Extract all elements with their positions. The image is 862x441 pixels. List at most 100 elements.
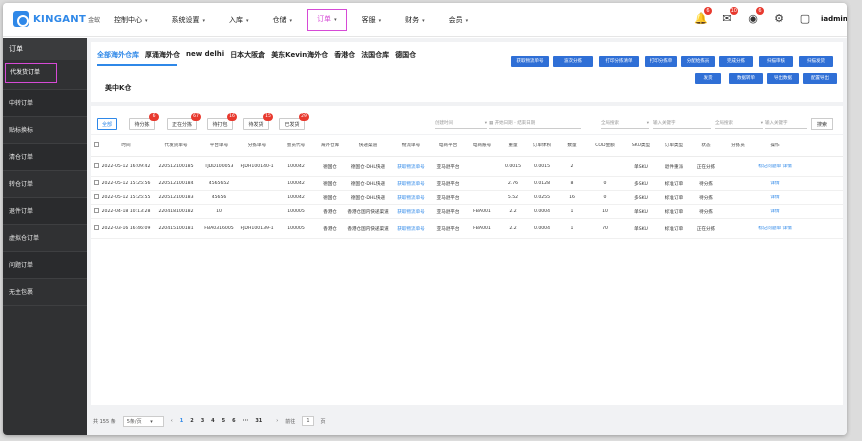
bell-icon[interactable]: 🔔 6	[693, 7, 712, 27]
row-actions[interactable]: 详情	[753, 195, 797, 201]
chat-icon[interactable]: ▢	[797, 11, 813, 27]
search-type-select-1[interactable]: 全局搜索 ▾	[601, 119, 649, 129]
status-filter-4[interactable]: 待发货 15	[243, 113, 273, 130]
prev-page-button[interactable]: ‹	[171, 418, 173, 424]
page-size-select[interactable]: 5条/页 ▾	[122, 415, 164, 427]
row-actions[interactable]: 详情	[753, 181, 797, 187]
warehouse-tab-4[interactable]: 美东Kevin海外仓	[271, 50, 328, 60]
row-checkbox[interactable]	[93, 225, 99, 230]
warehouse-tab-7[interactable]: 德国仓	[395, 50, 416, 60]
user-name[interactable]: iadmin	[821, 15, 847, 23]
nav-item-2[interactable]: 入库 ▾	[220, 3, 258, 37]
action-button-1[interactable]: 波次分拣	[553, 56, 593, 67]
search-type-value-2: 全局搜索	[715, 121, 733, 126]
row-checkbox[interactable]	[93, 208, 99, 213]
sidebar-item-6[interactable]: 虚拟仓订单	[3, 225, 87, 252]
row-checkbox[interactable]	[93, 163, 99, 168]
keyword-input-1[interactable]: 输入关键字	[653, 119, 711, 129]
time-type-select[interactable]: 创建时间 ▾	[435, 119, 487, 129]
sidebar-item-4[interactable]: 转仓订单	[3, 171, 87, 198]
warehouse-tab-0[interactable]: 全部海外仓库	[97, 50, 139, 60]
action-button-3[interactable]: 打印分拣单	[645, 56, 677, 67]
warehouse-tab-6[interactable]: 法国仓库	[361, 50, 389, 60]
page-number-5[interactable]: 5	[222, 418, 225, 424]
sidebar-title: 订单	[3, 38, 87, 60]
action-button-5[interactable]: 完成分拣	[719, 56, 753, 67]
page-number-2[interactable]: 2	[190, 418, 193, 424]
settings-icon[interactable]: ⚙	[771, 11, 787, 27]
row-select-cell[interactable]	[91, 180, 101, 187]
action-button-6[interactable]: 扫描审核	[759, 56, 793, 67]
action-button-row2-0[interactable]: 发货	[695, 73, 721, 84]
get-tracking-link[interactable]: 获取物流单号	[391, 195, 431, 201]
select-all-cell[interactable]	[91, 142, 101, 149]
table-cell: 亚马逊平台	[436, 209, 460, 215]
page-number-3[interactable]: 3	[201, 418, 204, 424]
next-page-button[interactable]: ›	[276, 418, 278, 424]
table-cell: 1	[570, 209, 574, 214]
action-button-row2-3[interactable]: 配置导出	[803, 73, 837, 84]
status-filter-1[interactable]: 待分拣 6	[129, 113, 159, 130]
warehouse-tab-2[interactable]: new delhi	[186, 50, 224, 60]
page-number-6[interactable]: 6	[232, 418, 235, 424]
get-tracking-link[interactable]: 获取物流单号	[391, 181, 431, 187]
row-select-cell[interactable]	[91, 225, 101, 232]
nav-item-5[interactable]: 客服 ▾	[353, 3, 391, 37]
row-select-cell[interactable]	[91, 163, 101, 170]
row-actions[interactable]: 标记问题单 详情	[753, 164, 797, 170]
row-checkbox[interactable]	[93, 180, 99, 185]
nav-item-6[interactable]: 财务 ▾	[396, 3, 434, 37]
sidebar-item-7[interactable]: 问题订单	[3, 252, 87, 279]
search-type-select-2[interactable]: 全局搜索 ▾	[715, 119, 763, 129]
warehouse-tab-1[interactable]: 厚涌海外仓	[145, 50, 180, 60]
brand-logo[interactable]: KINGANT 金蚁	[13, 11, 100, 27]
nav-item-3[interactable]: 仓储 ▾	[264, 3, 302, 37]
tab-meizhong-k[interactable]: 美中K仓	[105, 83, 131, 93]
status-filter-0[interactable]: 全部	[97, 118, 117, 130]
action-button-2[interactable]: 打印分拣清单	[599, 56, 639, 67]
nav-item-7[interactable]: 会员 ▾	[440, 3, 478, 37]
nav-item-4[interactable]: 订单 ▾	[307, 9, 347, 31]
action-button-row2-2[interactable]: 导出数据	[767, 73, 799, 84]
page-number-1[interactable]: 1	[180, 418, 183, 424]
date-range-picker[interactable]: ▦ 开始日期 - 结束日期	[489, 119, 581, 129]
row-actions[interactable]: 详情	[753, 209, 797, 215]
warehouse-tab-3[interactable]: 日本大阪倉	[230, 50, 265, 60]
sidebar-item-8[interactable]: 无主包裹	[3, 279, 87, 306]
page-number-4[interactable]: 4	[211, 418, 214, 424]
table-cell: 标准订单	[664, 209, 684, 215]
action-button-0[interactable]: 获取物流单号	[511, 56, 549, 67]
select-all-checkbox[interactable]	[93, 142, 99, 147]
nav-item-0[interactable]: 控制中心 ▾	[105, 3, 157, 37]
nav-label: 控制中心	[114, 16, 142, 24]
status-filter-3[interactable]: 待打包 16	[207, 113, 237, 130]
row-select-cell[interactable]	[91, 208, 101, 215]
search-button[interactable]: 搜索	[811, 118, 833, 130]
nav-item-1[interactable]: 系统设置 ▾	[163, 3, 215, 37]
row-actions[interactable]: 标记问题单 详情	[753, 226, 797, 232]
sidebar-item-5[interactable]: 退件订单	[3, 198, 87, 225]
sidebar-item-1[interactable]: 中转订单	[3, 90, 87, 117]
warehouse-tab-5[interactable]: 香港仓	[334, 50, 355, 60]
notice-icon[interactable]: ◉ 6	[745, 7, 764, 27]
column-header: 订单体积	[532, 142, 552, 148]
message-icon[interactable]: ✉ 10	[719, 7, 738, 27]
action-button-7[interactable]: 扫描发货	[799, 56, 833, 67]
status-filter-5[interactable]: 已发货 29	[279, 113, 309, 130]
action-button-row2-1[interactable]: 数据转单	[729, 73, 763, 84]
get-tracking-link[interactable]: 获取物流单号	[391, 209, 431, 215]
page-number-···[interactable]: ···	[243, 418, 249, 424]
sidebar-item-3[interactable]: 清仓订单	[3, 144, 87, 171]
get-tracking-link[interactable]: 获取物流单号	[391, 226, 431, 232]
sidebar-item-2[interactable]: 贴标换标	[3, 117, 87, 144]
row-checkbox[interactable]	[93, 194, 99, 199]
goto-page-input[interactable]: 1	[302, 416, 314, 426]
get-tracking-link[interactable]: 获取物流单号	[391, 164, 431, 170]
page-number-31[interactable]: 31	[255, 418, 262, 424]
status-filter-2[interactable]: 正在分拣 67	[167, 113, 201, 130]
sidebar-item-0[interactable]: 代发货订单	[3, 63, 87, 90]
keyword-input-2[interactable]: 输入关键字	[765, 119, 807, 129]
action-button-4[interactable]: 分配给拣员	[681, 56, 715, 67]
row-select-cell[interactable]	[91, 194, 101, 201]
table-cell: 2.76	[507, 181, 519, 186]
